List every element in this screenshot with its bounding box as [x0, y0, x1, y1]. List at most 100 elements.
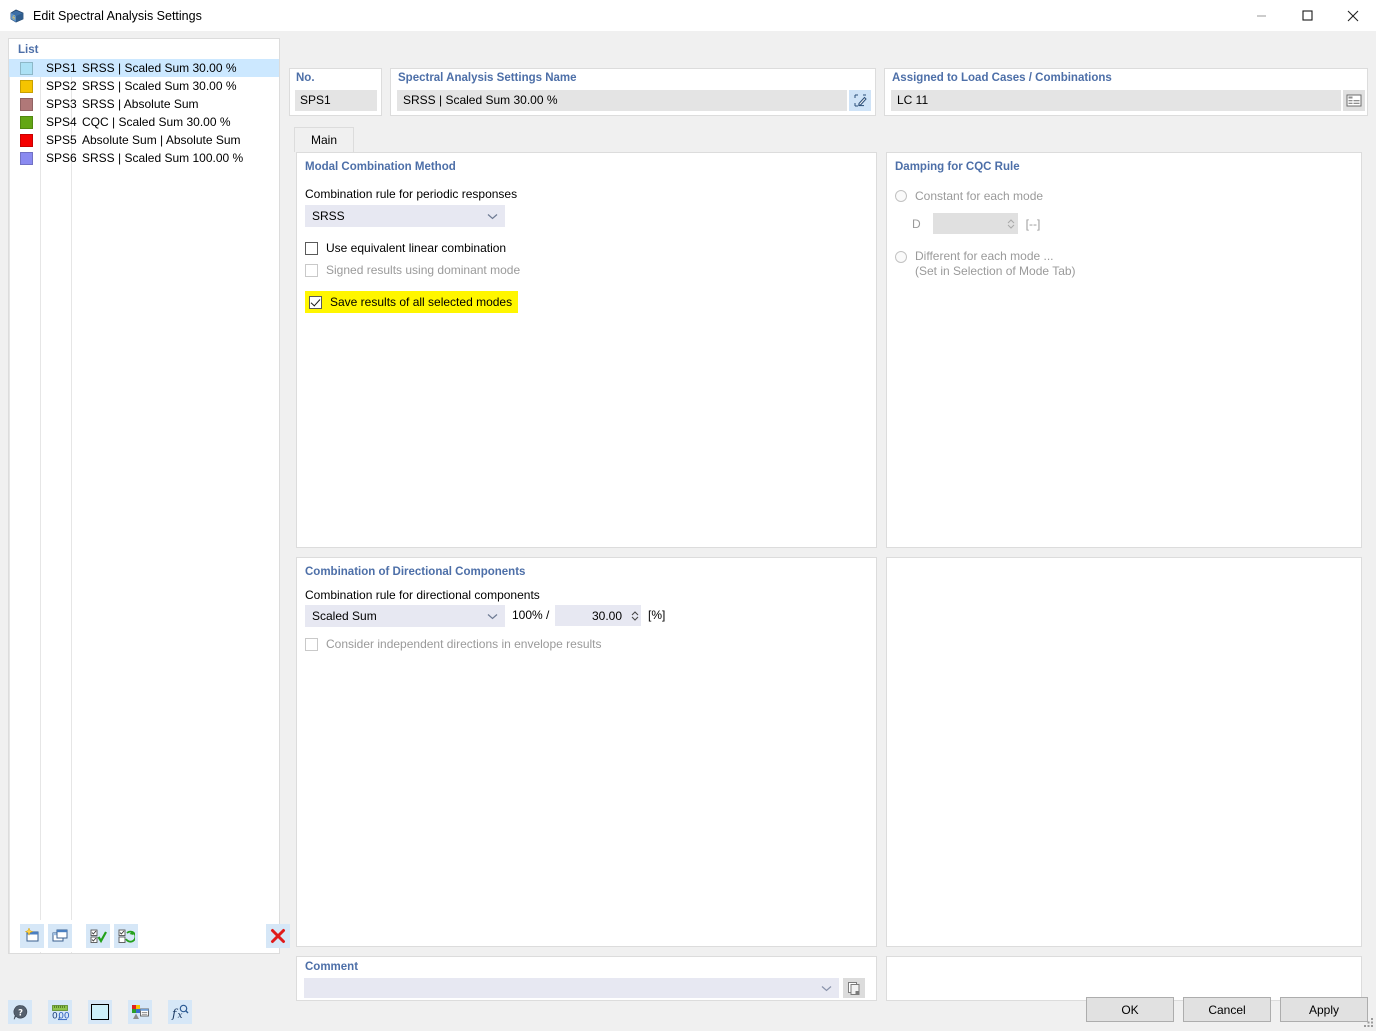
- damping-d-label: D: [912, 217, 921, 231]
- spinner-arrows[interactable]: [628, 605, 641, 626]
- window-title: Edit Spectral Analysis Settings: [33, 9, 202, 23]
- list-item-id: SPS1: [33, 61, 79, 75]
- formula-button[interactable]: f x: [168, 1000, 192, 1024]
- number-label: No.: [296, 72, 315, 84]
- damping-constant-radio[interactable]: Constant for each mode: [895, 189, 1043, 203]
- help-button[interactable]: ?: [8, 1000, 32, 1024]
- save-results-all-modes-checkbox[interactable]: Save results of all selected modes: [305, 291, 518, 313]
- color-button[interactable]: [88, 1000, 112, 1024]
- list-item[interactable]: SPS1 SRSS | Scaled Sum 30.00 %: [9, 59, 279, 77]
- number-field[interactable]: SPS1: [295, 90, 377, 111]
- dialog-body: List SPS1 SRSS | Scaled Sum 30.00 % SPS2…: [0, 31, 1376, 1030]
- list-item-label: SRSS | Absolute Sum: [79, 97, 199, 111]
- dialog-buttons: OK Cancel Apply: [1077, 997, 1368, 1022]
- close-button[interactable]: [1330, 0, 1376, 31]
- assigned-label: Assigned to Load Cases / Combinations: [892, 72, 1112, 84]
- damping-d-field: [933, 213, 1018, 234]
- comment-panel: Comment: [296, 956, 877, 1001]
- color-swatch: [20, 134, 33, 147]
- new-item-button[interactable]: [20, 924, 44, 948]
- settings-list-panel: List SPS1 SRSS | Scaled Sum 30.00 % SPS2…: [8, 38, 280, 954]
- bottom-toolbar: ? 0, 00: [8, 997, 196, 1027]
- assigned-panel: Assigned to Load Cases / Combinations LC…: [884, 68, 1368, 116]
- color-swatch: [20, 62, 33, 75]
- color-swatch: [20, 152, 33, 165]
- list-item-label: SRSS | Scaled Sum 30.00 %: [79, 79, 237, 93]
- spectral-settings-icon: 6: [9, 8, 25, 24]
- color-swatch: [20, 80, 33, 93]
- comment-title: Comment: [305, 961, 358, 973]
- list-item-id: SPS2: [33, 79, 79, 93]
- ratio-prefix-label: 100% /: [512, 608, 549, 622]
- radio-sublabel: (Set in Selection of Mode Tab): [915, 264, 1076, 278]
- list-item[interactable]: SPS3 SRSS | Absolute Sum: [9, 95, 279, 113]
- directional-rule-label: Combination rule for directional compone…: [305, 588, 540, 602]
- delete-item-button[interactable]: [266, 924, 290, 948]
- list-item-id: SPS5: [33, 133, 79, 147]
- select-all-button[interactable]: [86, 924, 110, 948]
- chevron-down-icon[interactable]: [821, 978, 832, 998]
- chevron-down-icon: [487, 605, 498, 627]
- directional-components-panel: Combination of Directional Components Co…: [296, 557, 877, 947]
- comment-field[interactable]: [304, 978, 839, 998]
- modal-combination-panel: Modal Combination Method Combination rul…: [296, 152, 877, 548]
- maximize-button[interactable]: [1284, 0, 1330, 31]
- checkbox-box: [305, 638, 318, 651]
- ratio-unit-label: [%]: [648, 608, 665, 622]
- color-swatch: [20, 116, 33, 129]
- invert-selection-button[interactable]: [114, 924, 138, 948]
- ratio-spinner[interactable]: 30.00: [555, 605, 641, 626]
- list-item-label: SRSS | Scaled Sum 100.00 %: [79, 151, 243, 165]
- damping-different-radio[interactable]: Different for each mode ... (Set in Sele…: [895, 249, 1076, 278]
- name-panel: Spectral Analysis Settings Name SRSS | S…: [390, 68, 876, 116]
- list-item-label: Absolute Sum | Absolute Sum: [79, 133, 241, 147]
- list-item[interactable]: SPS4 CQC | Scaled Sum 30.00 %: [9, 113, 279, 131]
- graphic-button[interactable]: [128, 1000, 152, 1024]
- settings-list[interactable]: SPS1 SRSS | Scaled Sum 30.00 % SPS2 SRSS…: [9, 59, 279, 167]
- number-panel: No. SPS1: [289, 68, 382, 116]
- checkbox-label: Use equivalent linear combination: [326, 241, 506, 255]
- svg-text:6: 6: [12, 15, 15, 21]
- checkbox-label: Save results of all selected modes: [330, 295, 512, 309]
- apply-button[interactable]: Apply: [1280, 997, 1368, 1022]
- list-item[interactable]: SPS2 SRSS | Scaled Sum 30.00 %: [9, 77, 279, 95]
- assigned-field[interactable]: LC 11: [891, 90, 1341, 111]
- table-list-icon[interactable]: [1343, 90, 1365, 111]
- list-item-id: SPS3: [33, 97, 79, 111]
- radio-box: [895, 190, 907, 202]
- list-header-label: List: [18, 44, 38, 56]
- tab-main-label: Main: [311, 133, 337, 147]
- tab-main[interactable]: Main: [294, 127, 354, 152]
- window-titlebar: 6 Edit Spectral Analysis Settings: [0, 0, 1376, 31]
- list-header: List: [9, 39, 279, 59]
- units-button[interactable]: 0, 00: [48, 1000, 72, 1024]
- list-item[interactable]: SPS6 SRSS | Scaled Sum 100.00 %: [9, 149, 279, 167]
- list-item[interactable]: SPS5 Absolute Sum | Absolute Sum: [9, 131, 279, 149]
- ok-button[interactable]: OK: [1086, 997, 1174, 1022]
- pencil-edit-icon[interactable]: [849, 90, 871, 111]
- name-field[interactable]: SRSS | Scaled Sum 30.00 %: [397, 90, 847, 111]
- list-item-label: SRSS | Scaled Sum 30.00 %: [79, 61, 237, 75]
- color-swatch-icon: [91, 1004, 109, 1020]
- checkbox-box: [309, 296, 322, 309]
- cancel-button[interactable]: Cancel: [1183, 997, 1271, 1022]
- tab-strip: Main: [289, 127, 1368, 152]
- minimize-button[interactable]: [1238, 0, 1284, 31]
- damping-panel: Damping for CQC Rule Constant for each m…: [886, 152, 1362, 548]
- empty-comment-right-panel: [886, 956, 1362, 1001]
- svg-text:x: x: [178, 1011, 183, 1021]
- resize-grip[interactable]: [1362, 1016, 1374, 1028]
- damping-d-row: D [--]: [912, 213, 1040, 234]
- modal-combination-title: Modal Combination Method: [305, 161, 456, 173]
- checkbox-label: Consider independent directions in envel…: [326, 637, 602, 651]
- color-swatch: [20, 98, 33, 111]
- directional-rule-select[interactable]: Scaled Sum: [305, 605, 505, 627]
- ratio-value: 30.00: [555, 609, 628, 623]
- damping-d-unit: [--]: [1026, 217, 1041, 231]
- use-equivalent-linear-combination-checkbox[interactable]: Use equivalent linear combination: [305, 241, 506, 255]
- radio-box: [895, 251, 907, 263]
- list-item-id: SPS6: [33, 151, 79, 165]
- comment-library-button[interactable]: [843, 978, 865, 998]
- periodic-rule-select[interactable]: SRSS: [305, 205, 505, 227]
- copy-item-button[interactable]: [48, 924, 72, 948]
